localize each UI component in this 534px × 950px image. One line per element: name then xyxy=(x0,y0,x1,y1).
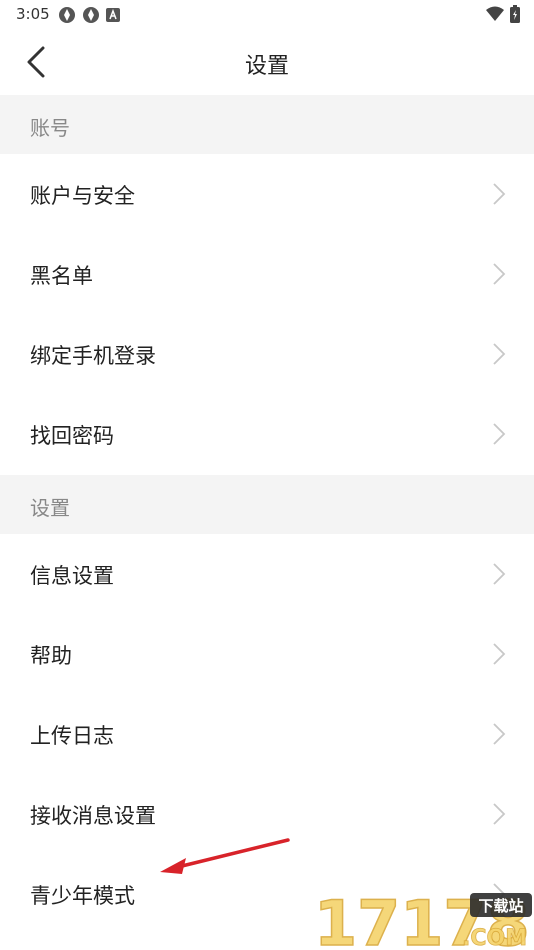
watermark-domain: .COM xyxy=(462,926,527,950)
watermark-logo: 17178 下载站 .COM xyxy=(312,883,534,950)
settings-row-message-settings[interactable]: 信息设置 xyxy=(0,534,534,614)
row-label: 黑名单 xyxy=(30,264,93,288)
app-notification-icon xyxy=(83,7,99,23)
row-label: 上传日志 xyxy=(30,724,114,748)
app-notification-icon xyxy=(59,7,75,23)
section-title: 设置 xyxy=(30,496,70,520)
chevron-right-icon xyxy=(493,563,506,585)
chevron-right-icon xyxy=(493,803,506,825)
system-icons xyxy=(486,5,520,23)
row-label: 绑定手机登录 xyxy=(30,344,156,368)
settings-row-blacklist[interactable]: 黑名单 xyxy=(0,234,534,314)
header: 设置 xyxy=(0,28,534,95)
notification-icons xyxy=(58,6,120,24)
settings-row-help[interactable]: 帮助 xyxy=(0,614,534,694)
row-label: 信息设置 xyxy=(30,564,114,588)
settings-row-bind-phone[interactable]: 绑定手机登录 xyxy=(0,314,534,394)
section-header-settings: 设置 xyxy=(0,475,534,534)
annotation-arrow-icon xyxy=(160,838,290,874)
settings-row-recover-password[interactable]: 找回密码 xyxy=(0,394,534,474)
watermark-graphic: 17178 下载站 .COM xyxy=(313,886,532,950)
row-label: 青少年模式 xyxy=(30,884,135,908)
status-bar: 3:05 xyxy=(0,0,534,28)
row-label: 账户与安全 xyxy=(30,184,135,208)
battery-icon xyxy=(510,5,520,23)
chevron-right-icon xyxy=(493,643,506,665)
row-label: 找回密码 xyxy=(30,424,114,448)
row-label: 接收消息设置 xyxy=(30,804,156,828)
chevron-right-icon xyxy=(493,263,506,285)
settings-row-upload-log[interactable]: 上传日志 xyxy=(0,694,534,774)
chevron-right-icon xyxy=(493,723,506,745)
page-title: 设置 xyxy=(244,54,289,79)
chevron-right-icon xyxy=(493,183,506,205)
watermark-badge: 下载站 xyxy=(478,897,523,915)
chevron-right-icon xyxy=(493,343,506,365)
chevron-right-icon xyxy=(493,423,506,445)
a-notification-icon xyxy=(106,8,120,22)
section-title: 账号 xyxy=(30,116,70,140)
section-header-account: 账号 xyxy=(0,95,534,154)
settings-row-account-security[interactable]: 账户与安全 xyxy=(0,154,534,234)
row-label: 帮助 xyxy=(30,644,72,668)
wifi-icon xyxy=(486,6,504,21)
status-time: 3:05 xyxy=(16,5,50,23)
